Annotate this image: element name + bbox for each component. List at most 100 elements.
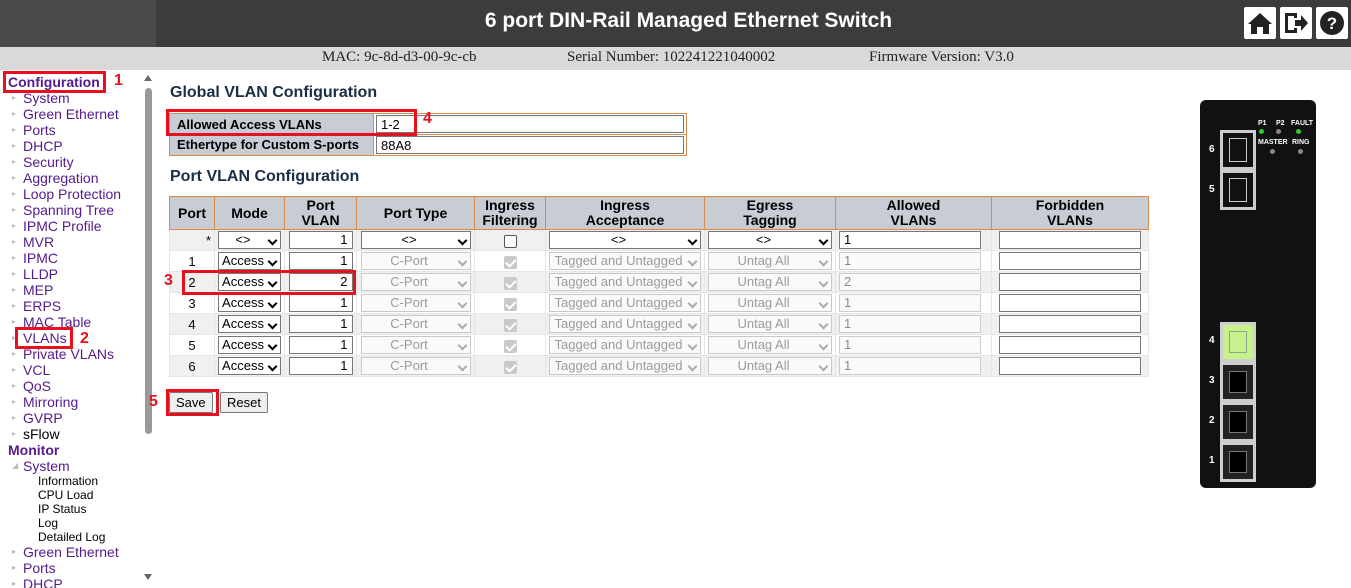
ingress-filtering-checkbox [503, 297, 517, 311]
forbidden-vlans-input[interactable] [999, 294, 1141, 312]
nav-monitor-dhcp[interactable]: DHCP [23, 576, 63, 588]
ingress-filtering-checkbox[interactable] [503, 234, 517, 248]
device-port-label-1: 1 [1209, 455, 1215, 466]
mode-select[interactable]: Access [218, 252, 281, 270]
port-type-select: C-Port [360, 252, 471, 270]
annotation-box-port2 [182, 270, 356, 295]
scroll-down-icon[interactable] [144, 574, 152, 580]
device-port-label-4: 4 [1209, 335, 1215, 346]
ingress-filtering-checkbox [503, 360, 517, 374]
nav-item-erps[interactable]: ERPS [23, 298, 61, 314]
nav-subitem-log[interactable]: Log [38, 516, 58, 530]
col-forbidden-vlans: Forbidden VLANs [991, 196, 1149, 230]
nav-subitem-information[interactable]: Information [38, 474, 98, 488]
nav-monitor-green-ethernet[interactable]: Green Ethernet [23, 544, 119, 560]
nav-item-ipmc-profile[interactable]: IPMC Profile [23, 218, 102, 234]
forbidden-vlans-input[interactable] [999, 357, 1141, 375]
scroll-up-icon[interactable] [144, 75, 152, 81]
nav-bullet-icon: ▸ [12, 429, 17, 438]
sidebar-scrollbar[interactable] [141, 70, 156, 588]
nav-item-loop-protection[interactable]: Loop Protection [23, 186, 121, 202]
port-type-select[interactable]: <> [360, 231, 471, 249]
nav-item-mvr[interactable]: MVR [23, 234, 54, 250]
nav-bullet-icon: ▸ [12, 205, 17, 214]
mode-select[interactable]: Access [218, 294, 281, 312]
nav-bullet-icon: ▸ [12, 301, 17, 310]
port-vlan-input[interactable]: 1 [288, 357, 353, 375]
nav-item-gvrp[interactable]: GVRP [23, 410, 63, 426]
nav-bullet-icon: ▸ [12, 173, 17, 182]
forbidden-vlans-input[interactable] [999, 252, 1141, 270]
led-label-ring: RING [1292, 139, 1310, 146]
nav-item-green-ethernet[interactable]: Green Ethernet [23, 106, 119, 122]
global-vlan-title: Global VLAN Configuration [170, 84, 378, 101]
port-number: 5 [188, 337, 196, 353]
nav-monitor-ports[interactable]: Ports [23, 560, 56, 576]
nav-item-mirroring[interactable]: Mirroring [23, 394, 78, 410]
allowed-vlans-input[interactable]: 1 [839, 231, 981, 249]
ingress-acceptance-select: Tagged and Untagged [549, 357, 701, 375]
ethertype-input[interactable] [376, 136, 684, 154]
table-row: 1 Access 1 C-Port Tagged and Untagged Untag A… [169, 250, 1149, 272]
egress-tagging-select: Untag All [708, 357, 832, 375]
forbidden-vlans-input[interactable] [999, 273, 1141, 291]
nav-bullet-icon: ▸ [12, 365, 17, 374]
allowed-vlans-input: 1 [839, 252, 981, 270]
led-label-fault: FAULT [1291, 120, 1314, 127]
port-vlan-input[interactable]: 1 [288, 252, 353, 270]
nav-bullet-icon: ▸ [12, 579, 17, 588]
led-label-p1: P1 [1258, 120, 1267, 127]
table-row: 6 Access 1 C-Port Tagged and Untagged Untag A… [169, 355, 1149, 377]
help-button[interactable]: ? [1316, 7, 1348, 39]
nav-monitor[interactable]: Monitor [8, 442, 59, 458]
nav-bullet-icon: ▸ [12, 189, 17, 198]
port-vlan-input[interactable]: 1 [288, 315, 353, 333]
reset-button[interactable]: Reset [220, 392, 268, 413]
table-row: 3 Access 1 C-Port Tagged and Untagged Untag A… [169, 292, 1149, 314]
logout-button[interactable] [1280, 7, 1312, 39]
forbidden-vlans-input[interactable] [999, 231, 1141, 249]
nav-item-vcl[interactable]: VCL [23, 362, 50, 378]
mode-select[interactable]: Access [218, 336, 281, 354]
col-mode: Mode [214, 196, 285, 230]
forbidden-vlans-input[interactable] [999, 315, 1141, 333]
nav-subitem-ip-status[interactable]: IP Status [38, 502, 86, 516]
port-number: * [205, 232, 211, 248]
col-forbidden-line2: VLANs [1047, 212, 1093, 228]
allowed-vlans-input: 1 [839, 336, 981, 354]
egress-tagging-select: Untag All [708, 315, 832, 333]
nav-item-ipmc[interactable]: IPMC [23, 250, 58, 266]
scroll-thumb[interactable] [145, 88, 152, 434]
port-vlan-input[interactable]: 1 [288, 231, 353, 249]
col-egt-line1: Egress [746, 197, 794, 213]
led-master [1270, 149, 1275, 154]
mode-select[interactable]: <> [218, 231, 281, 249]
nav-subitem-detailed-log[interactable]: Detailed Log [38, 530, 105, 544]
ingress-acceptance-select[interactable]: <> [549, 231, 701, 249]
egress-tagging-select: Untag All [708, 294, 832, 312]
annotation-box-vlans [15, 327, 73, 349]
nav-monitor-system[interactable]: System [23, 458, 70, 474]
mode-select[interactable]: Access [218, 357, 281, 375]
port-number: 3 [188, 295, 196, 311]
top-header: 6 port DIN-Rail Managed Ethernet Switch … [0, 0, 1351, 47]
egress-tagging-select[interactable]: <> [708, 231, 832, 249]
led-p2 [1276, 129, 1281, 134]
nav-item-mep[interactable]: MEP [23, 282, 53, 298]
nav-item-spanning-tree[interactable]: Spanning Tree [23, 202, 114, 218]
nav-item-dhcp[interactable]: DHCP [23, 138, 63, 154]
nav-subitem-cpu-load[interactable]: CPU Load [38, 488, 93, 502]
forbidden-vlans-input[interactable] [999, 336, 1141, 354]
nav-item-qos[interactable]: QoS [23, 378, 51, 394]
nav-item-security[interactable]: Security [23, 154, 74, 170]
nav-item-aggregation[interactable]: Aggregation [23, 170, 99, 186]
ingress-filtering-checkbox [503, 255, 517, 269]
ingress-acceptance-select: Tagged and Untagged [549, 273, 701, 291]
nav-item-ports[interactable]: Ports [23, 122, 56, 138]
nav-item-sflow[interactable]: sFlow [23, 426, 60, 442]
nav-item-lldp[interactable]: LLDP [23, 266, 58, 282]
port-vlan-input[interactable]: 1 [288, 294, 353, 312]
port-vlan-input[interactable]: 1 [288, 336, 353, 354]
home-button[interactable] [1244, 7, 1276, 39]
mode-select[interactable]: Access [218, 315, 281, 333]
